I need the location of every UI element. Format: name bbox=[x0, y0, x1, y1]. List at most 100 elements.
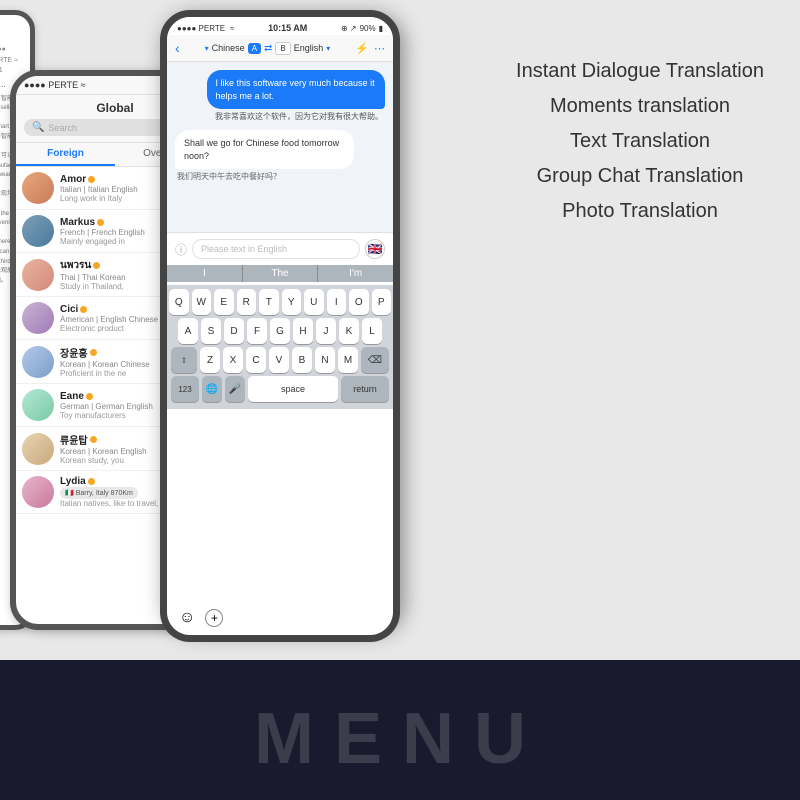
online-indicator bbox=[90, 436, 97, 443]
battery-icon: ▮ bbox=[379, 24, 383, 33]
bluetooth-icon[interactable]: ⚡ bbox=[355, 42, 369, 55]
bubble-original: I like this software very much because i… bbox=[207, 70, 386, 109]
mic-key[interactable]: 🎤 bbox=[225, 376, 245, 402]
bottom-toolbar: ☺ + bbox=[160, 601, 400, 642]
key-i[interactable]: I bbox=[327, 289, 347, 315]
key-w[interactable]: W bbox=[192, 289, 212, 315]
keyboard: Q W E R T Y U I O P A S D F G H J K bbox=[167, 285, 393, 409]
tab-foreign[interactable]: Foreign bbox=[16, 143, 115, 166]
carrier-name: ●●●● PERTE bbox=[177, 24, 225, 33]
numbers-key[interactable]: 123 bbox=[171, 376, 199, 402]
avatar bbox=[22, 172, 54, 204]
feature-item-4: Group Chat Translation bbox=[500, 165, 780, 188]
key-t[interactable]: T bbox=[259, 289, 279, 315]
key-y[interactable]: Y bbox=[282, 289, 302, 315]
add-button[interactable]: + bbox=[205, 609, 223, 627]
lang-b-badge: B bbox=[275, 42, 290, 55]
avatar bbox=[22, 259, 54, 291]
predictive-word-2[interactable]: The bbox=[243, 265, 319, 282]
battery-level: 90% bbox=[360, 24, 376, 33]
key-s[interactable]: S bbox=[201, 318, 221, 344]
online-indicator bbox=[88, 176, 95, 183]
chat-bubble-sent-1: I like this software very much because i… bbox=[207, 70, 386, 122]
avatar bbox=[22, 302, 54, 334]
predictive-word-1[interactable]: I bbox=[167, 265, 243, 282]
return-key[interactable]: return bbox=[341, 376, 389, 402]
space-key[interactable]: space bbox=[248, 376, 338, 402]
bubble-translation: 我非常喜欢这个软件，因为它对我有很大帮助。 bbox=[207, 111, 386, 122]
key-h[interactable]: H bbox=[293, 318, 313, 344]
menu-text: MENU bbox=[0, 698, 800, 780]
online-indicator bbox=[93, 262, 100, 269]
dropdown-icon-chinese: ▾ bbox=[205, 44, 209, 53]
key-m[interactable]: M bbox=[338, 347, 358, 373]
online-indicator bbox=[86, 393, 93, 400]
wifi-icon: ≈ bbox=[230, 24, 234, 33]
avatar bbox=[22, 476, 54, 508]
feature-item-5: Photo Translation bbox=[500, 200, 780, 223]
key-x[interactable]: X bbox=[223, 347, 243, 373]
bubble-translation: 我们明天中午去吃中餐好吗？ bbox=[175, 171, 354, 182]
more-icon[interactable]: ⋯ bbox=[374, 42, 385, 55]
key-o[interactable]: O bbox=[349, 289, 369, 315]
shift-key[interactable]: ⇧ bbox=[171, 347, 197, 373]
avatar bbox=[22, 346, 54, 378]
keyboard-row-3: ⇧ Z X C V B N M ⌫ bbox=[169, 347, 391, 373]
key-v[interactable]: V bbox=[269, 347, 289, 373]
key-f[interactable]: F bbox=[247, 318, 267, 344]
key-e[interactable]: E bbox=[214, 289, 234, 315]
key-n[interactable]: N bbox=[315, 347, 335, 373]
key-l[interactable]: L bbox=[362, 318, 382, 344]
key-d[interactable]: D bbox=[224, 318, 244, 344]
search-placeholder: Search bbox=[48, 123, 77, 133]
lang-a-badge: A bbox=[248, 43, 261, 54]
chat-area: I like this software very much because i… bbox=[167, 62, 393, 232]
key-k[interactable]: K bbox=[339, 318, 359, 344]
status-time: 10:15 AM bbox=[268, 23, 307, 33]
delete-key[interactable]: ⌫ bbox=[361, 347, 389, 373]
key-q[interactable]: Q bbox=[169, 289, 189, 315]
key-p[interactable]: P bbox=[372, 289, 392, 315]
avatar bbox=[22, 433, 54, 465]
key-z[interactable]: Z bbox=[200, 347, 220, 373]
location-icon: ⊕ ↗ bbox=[341, 24, 357, 33]
online-indicator bbox=[90, 349, 97, 356]
info-icon[interactable]: ⓘ bbox=[175, 241, 187, 258]
keyboard-row-2: A S D F G H J K L bbox=[169, 318, 391, 344]
status-right: ⊕ ↗ 90% ▮ bbox=[341, 24, 383, 33]
chat-bubble-received-1: Shall we go for Chinese food tomorrow no… bbox=[175, 130, 354, 182]
chat-phone: ●●●● PERTE ≈ 10:15 AM ⊕ ↗ 90% ▮ ‹ ▾ Chin… bbox=[160, 10, 400, 630]
feature-item-1: Instant Dialogue Translation bbox=[500, 60, 780, 83]
online-indicator bbox=[80, 306, 87, 313]
online-indicator bbox=[97, 219, 104, 226]
uk-flag-icon[interactable]: 🇬🇧 bbox=[365, 239, 385, 259]
back-button[interactable]: ‹ bbox=[175, 40, 180, 56]
key-g[interactable]: G bbox=[270, 318, 290, 344]
emoji-button[interactable]: ☺ bbox=[179, 609, 195, 627]
avatar bbox=[22, 389, 54, 421]
online-indicator bbox=[88, 478, 95, 485]
globe-key[interactable]: 🌐 bbox=[202, 376, 222, 402]
chat-input[interactable]: Please text in English bbox=[192, 239, 360, 259]
feature-list: Instant Dialogue Translation Moments tra… bbox=[500, 60, 780, 235]
key-c[interactable]: C bbox=[246, 347, 266, 373]
chat-status-bar: ●●●● PERTE ≈ 10:15 AM ⊕ ↗ 90% ▮ bbox=[167, 17, 393, 35]
swap-icon[interactable]: ⇄ bbox=[264, 43, 272, 54]
keyboard-row-4: 123 🌐 🎤 space return bbox=[169, 376, 391, 402]
bubble-original: Shall we go for Chinese food tomorrow no… bbox=[175, 130, 354, 169]
language-selector[interactable]: ▾ Chinese A ⇄ B English ▾ bbox=[184, 42, 352, 55]
lang-to: English bbox=[294, 43, 324, 53]
carrier-signal: ●●●● PERTE ≈ bbox=[24, 80, 86, 90]
key-j[interactable]: J bbox=[316, 318, 336, 344]
key-r[interactable]: R bbox=[237, 289, 257, 315]
predictive-word-3[interactable]: I'm bbox=[318, 265, 393, 282]
key-u[interactable]: U bbox=[304, 289, 324, 315]
predictive-bar: I The I'm bbox=[167, 265, 393, 282]
feature-item-3: Text Translation bbox=[500, 130, 780, 153]
key-a[interactable]: A bbox=[178, 318, 198, 344]
status-left: ●●●● PERTE ≈ bbox=[177, 24, 234, 33]
italy-flag-icon: 🇮🇹 bbox=[65, 489, 74, 497]
feature-item-2: Moments translation bbox=[500, 95, 780, 118]
key-b[interactable]: B bbox=[292, 347, 312, 373]
chat-header: ‹ ▾ Chinese A ⇄ B English ▾ ⚡ ⋯ bbox=[167, 35, 393, 62]
